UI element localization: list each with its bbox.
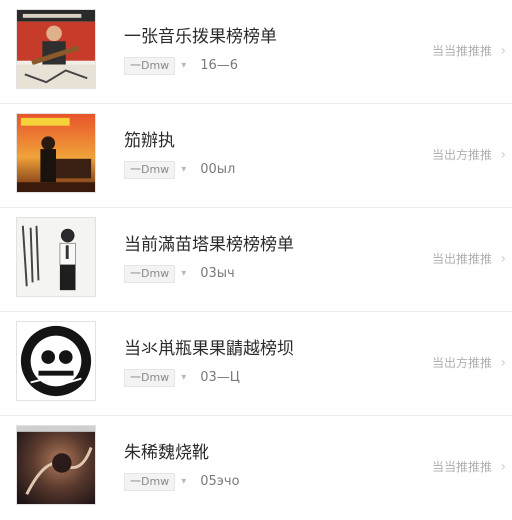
album-cover	[16, 217, 96, 297]
album-cover	[16, 321, 96, 401]
chevron-right-icon: ›	[500, 43, 506, 59]
release-date: 03—Ц	[200, 369, 240, 385]
album-cover	[16, 425, 96, 505]
list-item[interactable]: 当前滿苗塔果榜榜榜单 一Dmw ▾ 03ыч 当出推推推 ›	[0, 208, 512, 312]
album-title: 当前滿苗塔果榜榜榜单	[124, 235, 294, 255]
artist-tag: 一Dmw	[124, 472, 176, 491]
album-list: 一张音乐拨果榜榜单 一Dmw ▾ 16—6 当当推推推 › 笳辦执 一Dmw ▾…	[0, 0, 512, 512]
chevron-right-icon: ›	[500, 251, 506, 267]
artist-tag: 一Dmw	[124, 368, 176, 387]
album-meta: 一Dmw ▾ 00ыл	[124, 160, 236, 179]
album-meta: 一Dmw ▾ 03—Ц	[124, 368, 240, 387]
artist-tag: 一Dmw	[124, 160, 176, 179]
chevron-right-icon: ›	[500, 355, 506, 371]
action-link[interactable]: 当出方推推	[432, 354, 492, 372]
release-date: 16—6	[200, 57, 239, 73]
caret-down-icon: ▾	[181, 163, 187, 175]
release-date: 03ыч	[200, 265, 235, 281]
caret-down-icon: ▾	[181, 371, 187, 383]
album-title: 当氺鼡瓶果果鼱越榜坝	[124, 339, 294, 359]
action-link[interactable]: 当当推推推	[432, 42, 492, 60]
album-cover	[16, 9, 96, 89]
album-meta: 一Dmw ▾ 03ыч	[124, 264, 235, 283]
release-date: 00ыл	[200, 161, 236, 177]
caret-down-icon: ▾	[181, 475, 187, 487]
album-title: 朱稀魏烧靴	[124, 443, 209, 463]
artist-tag: 一Dmw	[124, 264, 176, 283]
list-item[interactable]: 朱稀魏烧靴 一Dmw ▾ 05эчo 当当推推推 ›	[0, 416, 512, 520]
action-link[interactable]: 当出方推推	[432, 146, 492, 164]
action-link[interactable]: 当出推推推	[432, 250, 492, 268]
action-link[interactable]: 当当推推推	[432, 458, 492, 476]
album-meta: 一Dmw ▾ 05эчo	[124, 472, 240, 491]
album-title: 一张音乐拨果榜榜单	[124, 27, 277, 47]
caret-down-icon: ▾	[181, 59, 187, 71]
album-cover	[16, 113, 96, 193]
artist-tag: 一Dmw	[124, 56, 176, 75]
list-item[interactable]: 一张音乐拨果榜榜单 一Dmw ▾ 16—6 当当推推推 ›	[0, 0, 512, 104]
chevron-right-icon: ›	[500, 147, 506, 163]
caret-down-icon: ▾	[181, 267, 187, 279]
list-item[interactable]: 笳辦执 一Dmw ▾ 00ыл 当出方推推 ›	[0, 104, 512, 208]
list-item[interactable]: 当氺鼡瓶果果鼱越榜坝 一Dmw ▾ 03—Ц 当出方推推 ›	[0, 312, 512, 416]
chevron-right-icon: ›	[500, 459, 506, 475]
album-meta: 一Dmw ▾ 16—6	[124, 56, 239, 75]
album-title: 笳辦执	[124, 131, 175, 151]
release-date: 05эчo	[200, 473, 240, 489]
